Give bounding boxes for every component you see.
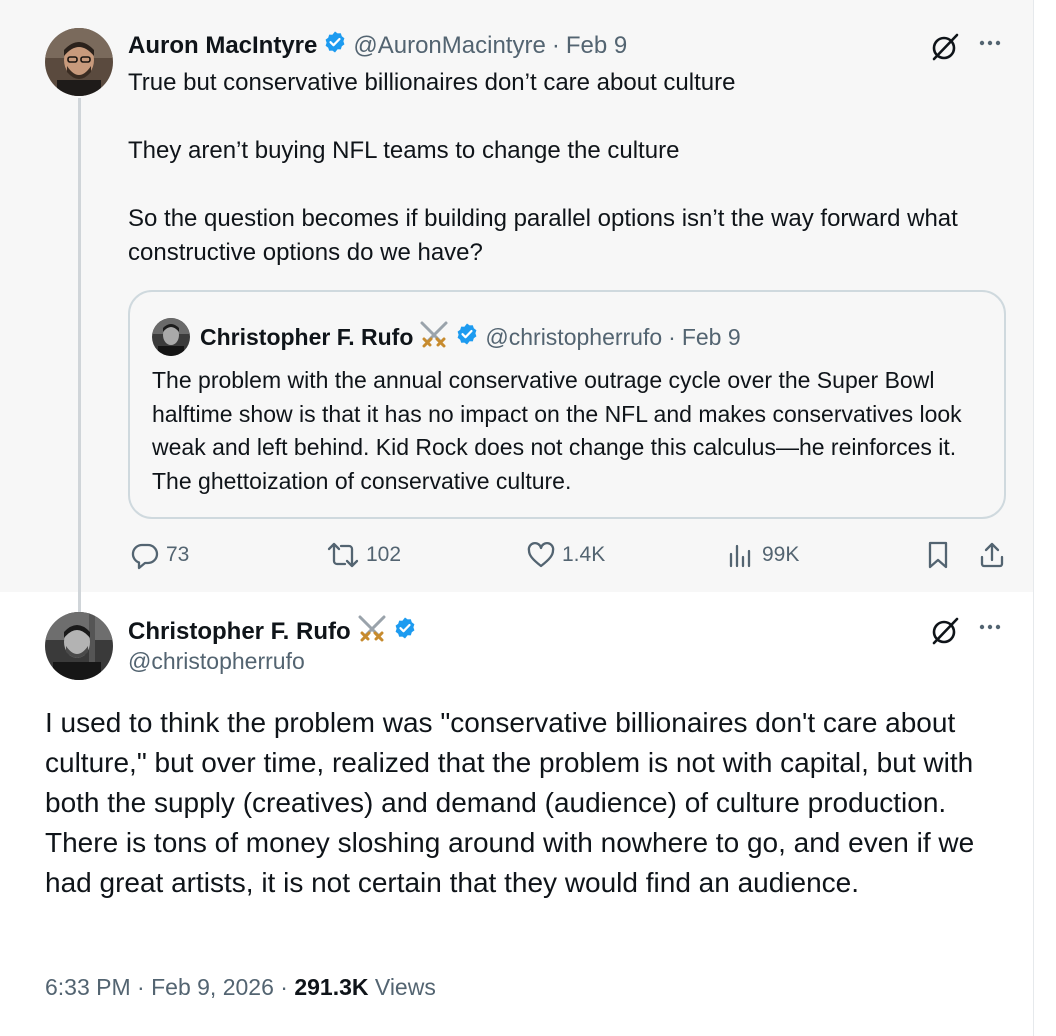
paragraph-2: They aren’t buying NFL teams to change t… [128, 137, 680, 164]
like-button[interactable]: 1.4K [526, 540, 605, 570]
main-tweet-text: I used to think the problem was "conserv… [45, 707, 975, 898]
repost-count: 102 [366, 543, 402, 566]
like-icon [527, 542, 555, 568]
tweet-metadata: 6:33 PM · Feb 9, 2026 · 291.3K Views [45, 974, 436, 1001]
quoted-tweet-card[interactable]: Christopher F. Rufo @christopherrufo · F… [128, 290, 1006, 519]
dot-separator: · [280, 974, 288, 1000]
reply-icon [131, 543, 159, 570]
action-bar: 73 102 1.4K 99K [0, 540, 1033, 576]
share-button[interactable] [978, 540, 1012, 570]
views-label: Views [374, 974, 436, 1000]
grok-icon[interactable] [930, 32, 960, 67]
views-count: 99K [762, 543, 800, 566]
quoted-tweet-date[interactable]: Feb 9 [682, 324, 741, 351]
quoted-tweet-text: The problem with the annual conservative… [152, 367, 962, 494]
parent-tweet-text: True but conservative billionaires don’t… [128, 66, 998, 270]
parent-tweet-header: Auron MacIntyre @AuronMacintyre · Feb 9 [128, 30, 627, 61]
avatar-rufo-small [152, 318, 190, 356]
dot-separator: · [668, 323, 676, 350]
author-handle[interactable]: @AuronMacintyre [353, 32, 545, 60]
main-author-handle[interactable]: @christopherrufo [128, 648, 305, 675]
like-count: 1.4K [562, 543, 606, 566]
thread-connector-line [78, 98, 81, 616]
quoted-author-name[interactable]: Christopher F. Rufo [200, 324, 413, 351]
bookmark-button[interactable] [926, 540, 956, 570]
quoted-author-handle[interactable]: @christopherrufo [485, 324, 662, 351]
verified-badge-icon [393, 616, 417, 647]
views-icon [729, 544, 751, 568]
paragraph-1: True but conservative billionaires don’t… [128, 69, 736, 96]
crossed-swords-icon [357, 614, 387, 649]
tweet-date[interactable]: Feb 9 [566, 32, 627, 60]
quoted-tweet-header: Christopher F. Rufo @christopherrufo · F… [152, 318, 741, 356]
more-icon[interactable] [977, 30, 1003, 62]
reply-button[interactable]: 73 [130, 540, 189, 570]
dot-separator: · [137, 974, 145, 1000]
reply-count: 73 [166, 543, 190, 566]
tweet-time[interactable]: 6:33 PM [45, 974, 131, 1000]
paragraph-3: So the question becomes if building para… [128, 205, 958, 266]
grok-icon[interactable] [930, 616, 960, 651]
crossed-swords-icon [419, 320, 449, 354]
main-tweet-header: Christopher F. Rufo [128, 614, 417, 649]
tweet-full-date[interactable]: Feb 9, 2026 [151, 974, 274, 1000]
verified-badge-icon [323, 30, 347, 61]
parent-tweet[interactable]: Auron MacIntyre @AuronMacintyre · Feb 9 … [0, 0, 1033, 616]
avatar-rufo-image [45, 612, 113, 680]
repost-icon [327, 542, 359, 568]
right-border [1033, 0, 1034, 1036]
views-button[interactable]: 99K [726, 540, 799, 570]
dot-separator: · [551, 31, 560, 59]
repost-button[interactable]: 102 [326, 540, 401, 570]
views-total: 291.3K [294, 974, 369, 1000]
avatar-auron-image [45, 28, 113, 96]
more-icon[interactable] [977, 614, 1003, 646]
verified-badge-icon [455, 322, 479, 352]
bookmark-icon [928, 541, 948, 569]
avatar-rufo[interactable] [45, 612, 113, 680]
avatar-auron[interactable] [45, 28, 113, 96]
share-icon [980, 542, 1004, 568]
main-author-name[interactable]: Christopher F. Rufo [128, 618, 351, 646]
author-name[interactable]: Auron MacIntyre [128, 32, 317, 60]
